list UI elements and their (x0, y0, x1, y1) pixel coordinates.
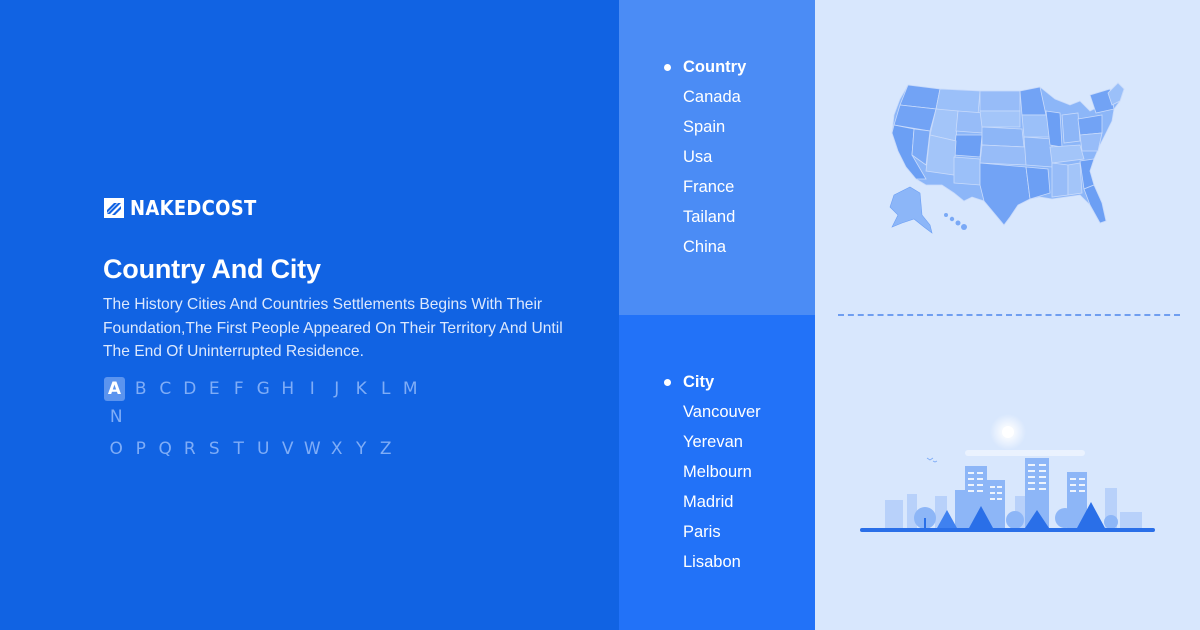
country-item[interactable]: China (683, 232, 746, 262)
letter-c[interactable]: C (153, 377, 178, 401)
alphabet-filter: A B C D E F G H I J K L M N O P Q R S T … (104, 377, 444, 461)
letter-k[interactable]: K (349, 377, 374, 401)
page-description: The History Cities And Countries Settlem… (103, 296, 563, 360)
country-list: Country Canada Spain Usa France Tailand … (663, 52, 746, 262)
z-stripes-logo-icon (104, 198, 124, 218)
brand-logo[interactable]: NAKEDCOST (104, 196, 257, 220)
city-heading[interactable]: City (664, 367, 761, 397)
letter-z[interactable]: Z (374, 437, 399, 461)
country-item[interactable]: Usa (683, 142, 746, 172)
brand-name: NAKEDCOST (130, 196, 257, 220)
letter-n[interactable]: N (104, 405, 129, 429)
city-item[interactable]: Madrid (683, 487, 761, 517)
city-item[interactable]: Paris (683, 517, 761, 547)
page-title: Country And City (103, 254, 321, 284)
letter-l[interactable]: L (374, 377, 399, 401)
letter-y[interactable]: Y (349, 437, 374, 461)
letter-a[interactable]: A (104, 377, 125, 401)
country-item[interactable]: Tailand (683, 202, 746, 232)
city-item[interactable]: Melbourn (683, 457, 761, 487)
letter-h[interactable]: H (276, 377, 301, 401)
city-item[interactable]: Vancouver (683, 397, 761, 427)
letter-q[interactable]: Q (153, 437, 178, 461)
country-heading[interactable]: Country (663, 52, 746, 82)
city-item[interactable]: Yerevan (683, 427, 761, 457)
city-item[interactable]: Lisabon (683, 547, 761, 577)
country-item[interactable]: Spain (683, 112, 746, 142)
usa-map-illustration (889, 82, 1125, 234)
letter-d[interactable]: D (178, 377, 203, 401)
country-item[interactable]: Canada (683, 82, 746, 112)
country-item[interactable]: France (683, 172, 746, 202)
letter-t[interactable]: T (227, 437, 252, 461)
letter-w[interactable]: W (300, 437, 325, 461)
city-skyline-illustration (860, 414, 1155, 532)
birds-icon (926, 457, 938, 463)
letter-b[interactable]: B (129, 377, 154, 401)
dashed-divider (838, 314, 1180, 316)
letter-m[interactable]: M (398, 377, 423, 401)
letter-p[interactable]: P (129, 437, 154, 461)
ground (860, 528, 1155, 532)
letter-u[interactable]: U (251, 437, 276, 461)
letter-i[interactable]: I (300, 377, 325, 401)
letter-f[interactable]: F (227, 377, 252, 401)
letter-o[interactable]: O (104, 437, 129, 461)
city-list: City Vancouver Yerevan Melbourn Madrid P… (664, 367, 761, 577)
letter-r[interactable]: R (178, 437, 203, 461)
letter-v[interactable]: V (276, 437, 301, 461)
letter-g[interactable]: G (251, 377, 276, 401)
letter-s[interactable]: S (202, 437, 227, 461)
letter-e[interactable]: E (202, 377, 227, 401)
letter-j[interactable]: J (325, 377, 350, 401)
letter-x[interactable]: X (325, 437, 350, 461)
